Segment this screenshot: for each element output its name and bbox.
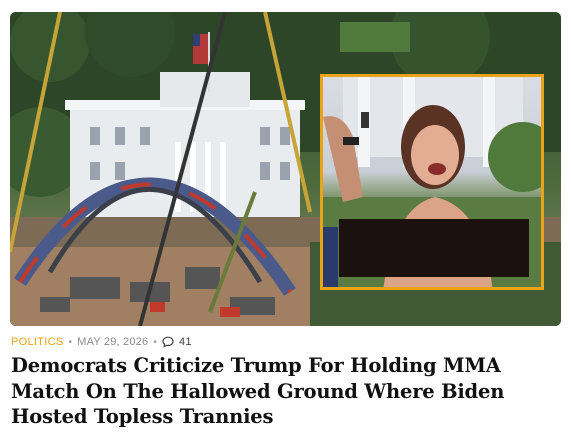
category-link[interactable]: POLITICS xyxy=(11,336,64,348)
inset-photo xyxy=(320,74,544,290)
censor-bar xyxy=(339,219,529,277)
featured-image-link[interactable] xyxy=(10,12,561,326)
publish-date: MAY 29, 2026 xyxy=(77,336,149,348)
meta-separator: • xyxy=(153,336,158,348)
comment-count[interactable]: 41 xyxy=(179,336,192,348)
article-card[interactable]: POLITICS • MAY 29, 2026 • 41 Democrats C… xyxy=(0,0,571,441)
meta-separator: • xyxy=(68,336,73,348)
comment-bubble-icon[interactable] xyxy=(162,336,174,348)
article-meta: POLITICS • MAY 29, 2026 • 41 xyxy=(11,335,192,349)
article-headline[interactable]: Democrats Criticize Trump For Holding MM… xyxy=(11,353,561,430)
